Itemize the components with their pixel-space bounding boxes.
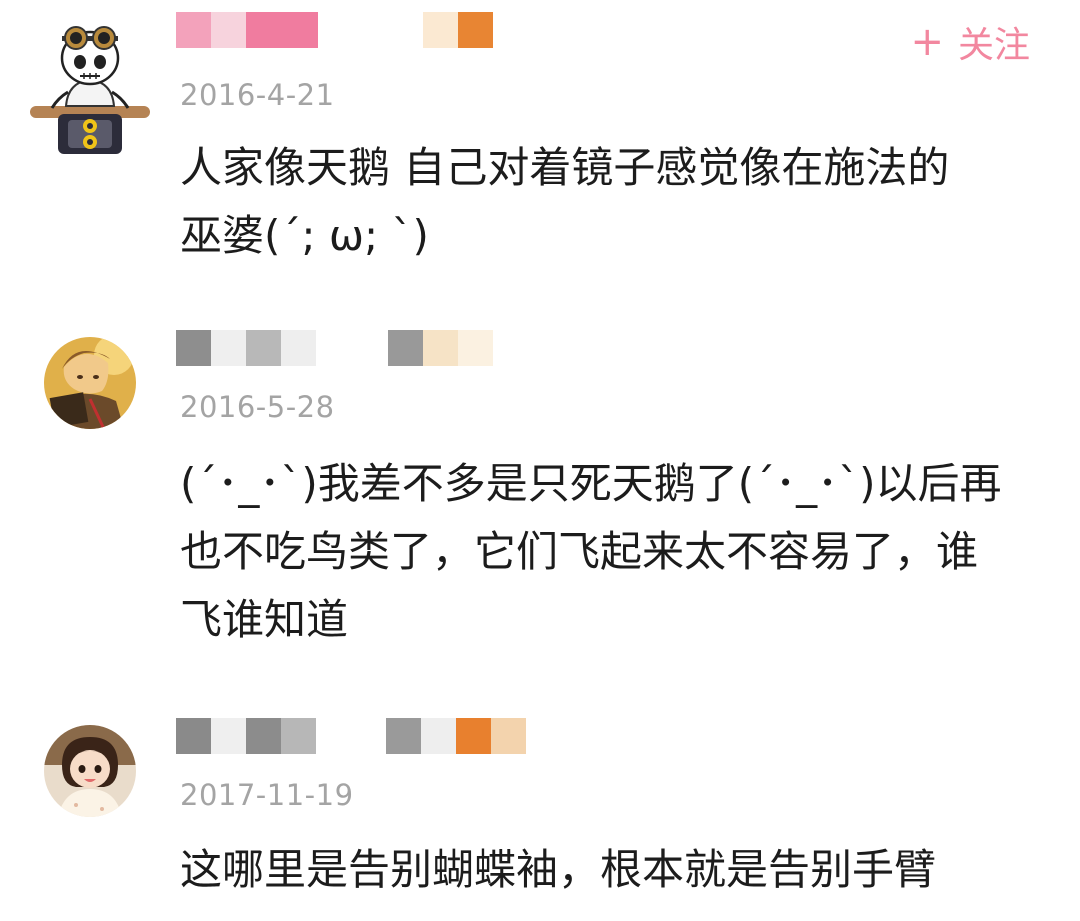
comment-line: 人家像天鹅 自己对着镜子感觉像在施法的 [180,143,950,192]
comment-line: 这哪里是告别蝴蝶袖，根本就是告别手臂 [180,845,937,894]
comment-item: 2016-5-28 (´･_･`)我差不多是只死天鹅了(´･_･`)以后再 也不… [0,300,1080,680]
comment-line: 巫婆(´; ω; `) [180,211,429,260]
anime-girl-avatar[interactable] [44,725,136,817]
skull-robot-avatar[interactable] [28,22,152,154]
comment-text: 人家像天鹅 自己对着镜子感觉像在施法的 巫婆(´; ω; `) [180,134,1060,270]
username-mosaic[interactable] [176,330,493,366]
comment-line: 飞谁知道 [180,595,349,644]
username-mosaic[interactable] [176,12,493,48]
comment-line: 也不吃鸟类了，它们飞起来太不容易了，谁 [180,527,979,576]
anime-boy-avatar[interactable] [44,337,136,429]
comment-date: 2016-4-21 [180,78,335,112]
comment-date: 2016-5-28 [180,390,335,424]
comment-item: 2017-11-19 这哪里是告别蝴蝶袖，根本就是告别手臂 [0,690,1080,921]
comment-date: 2017-11-19 [180,778,354,812]
username-mosaic[interactable] [176,718,526,754]
comment-text: (´･_･`)我差不多是只死天鹅了(´･_･`)以后再 也不吃鸟类了，它们飞起来… [180,450,1060,654]
comment-line: (´･_･`)我差不多是只死天鹅了(´･_･`)以后再 [180,459,1002,508]
comment-text: 这哪里是告别蝴蝶袖，根本就是告别手臂 [180,836,1060,904]
comment-item: 2016-4-21 人家像天鹅 自己对着镜子感觉像在施法的 巫婆(´; ω; `… [0,0,1080,300]
